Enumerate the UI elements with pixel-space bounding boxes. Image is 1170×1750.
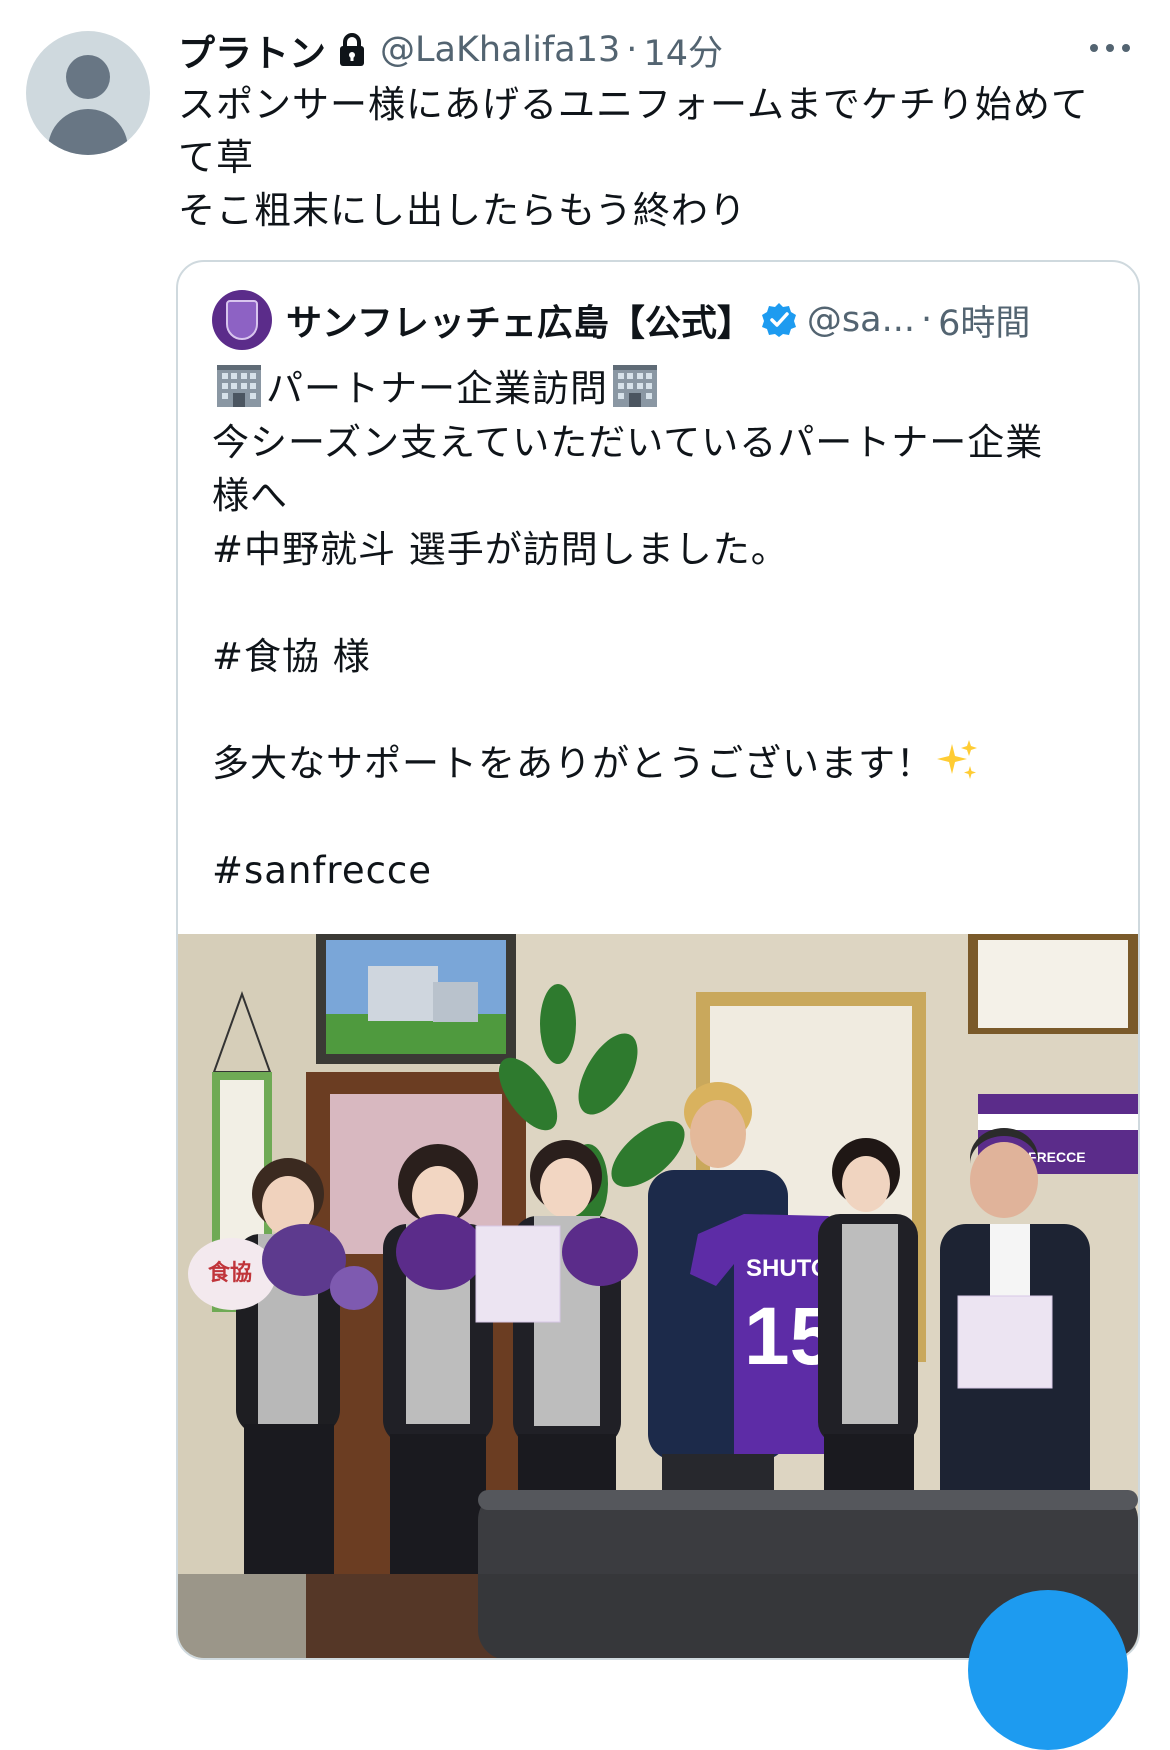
tweet-header: プラトン @LaKhalifa13 · 14分: [178, 22, 723, 78]
tweet-timestamp[interactable]: 14分: [643, 25, 723, 76]
quoted-tweet-header: サンフレッチェ広島【公式】 @sa... · 6時間: [212, 290, 1030, 350]
office-building-emoji: [214, 363, 264, 407]
author-avatar[interactable]: [26, 31, 150, 155]
attached-photo[interactable]: FRECCE 食協 SHUTO 15: [178, 934, 1138, 1658]
quoted-tweet-card[interactable]: サンフレッチェ広島【公式】 @sa... · 6時間 パートナー企業訪問 今シー…: [176, 260, 1140, 1660]
verified-badge-icon: [761, 302, 797, 338]
quoted-author-handle[interactable]: @sa...: [807, 300, 915, 340]
quoted-tweet-text: パートナー企業訪問 今シーズン支えていただいているパートナー企業 様へ #中野就…: [212, 362, 1112, 897]
office-building-emoji: [610, 363, 660, 407]
compose-fab-button[interactable]: [968, 1590, 1128, 1750]
tweet-text: スポンサー様にあげるユニフォームまでケチり始めて て草 そこ粗末にし出したらもう…: [178, 83, 1089, 232]
quoted-author-avatar[interactable]: [212, 290, 272, 350]
author-display-name[interactable]: プラトン: [178, 23, 326, 77]
sparkles-emoji: [934, 738, 980, 784]
header-separator: ·: [626, 30, 638, 70]
photo-fan-label: 食協: [208, 1260, 252, 1286]
avatar-head-shape: [66, 55, 110, 99]
author-handle[interactable]: @LaKhalifa13: [380, 30, 620, 70]
quoted-tweet-timestamp[interactable]: 6時間: [938, 295, 1030, 346]
club-crest-icon: [226, 300, 258, 340]
quoted-text-line-1: パートナー企業訪問: [266, 367, 608, 410]
avatar-body-shape: [48, 109, 128, 155]
photo-illustration: FRECCE 食協 SHUTO 15: [178, 934, 1138, 1658]
lock-icon: [338, 33, 366, 67]
quoted-author-display-name[interactable]: サンフレッチェ広島【公式】: [286, 294, 753, 346]
quoted-header-separator: ·: [920, 300, 933, 340]
quoted-text-hashtag: #sanfrecce: [212, 848, 433, 892]
quoted-text-body: 今シーズン支えていただいているパートナー企業 様へ #中野就斗 選手が訪問しまし…: [212, 420, 1044, 785]
more-icon[interactable]: [1090, 44, 1130, 52]
photo-jersey-name: SHUTO: [746, 1255, 830, 1282]
